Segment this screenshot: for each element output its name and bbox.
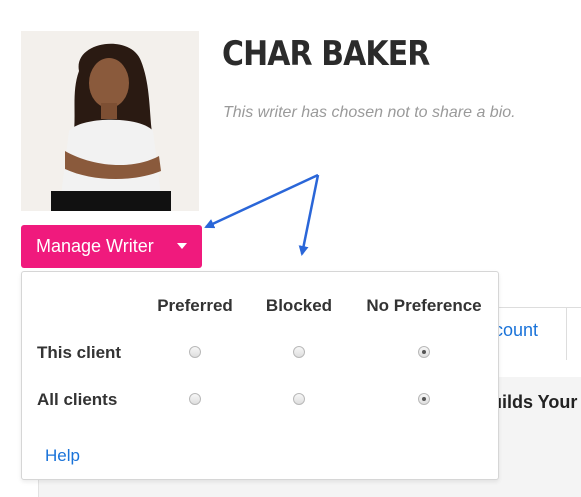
writer-photo (21, 31, 199, 211)
manage-writer-label: Manage Writer (36, 236, 154, 256)
next-tab[interactable] (566, 307, 581, 360)
section-heading: uilds Your (491, 392, 578, 412)
arrow-to-manage-button (204, 173, 319, 229)
arrow-to-preference-menu (298, 174, 320, 256)
column-blocked: Blocked (265, 296, 333, 315)
caret-down-icon (177, 243, 187, 249)
row-label-all-clients: All clients (37, 390, 118, 409)
all-clients-blocked-radio[interactable] (293, 393, 305, 405)
row-label-this-client: This client (37, 343, 122, 362)
column-no-preference: No Preference (366, 296, 482, 315)
all-clients-no-preference-radio[interactable] (418, 393, 430, 405)
all-clients-preferred-radio[interactable] (189, 393, 201, 405)
manage-writer-button[interactable]: Manage Writer (21, 225, 202, 268)
account-tab-label: count (494, 320, 539, 340)
this-client-no-preference-radio[interactable] (418, 346, 430, 358)
writer-bio: This writer has chosen not to share a bi… (223, 104, 516, 121)
column-preferred: Preferred (157, 296, 233, 315)
this-client-blocked-radio[interactable] (293, 346, 305, 358)
this-client-preferred-radio[interactable] (189, 346, 201, 358)
writer-portrait-image (21, 31, 199, 211)
writer-preference-menu: Preferred Blocked No Preference This cli… (21, 271, 499, 480)
writer-name: CHAR BAKER (222, 34, 430, 74)
help-link[interactable]: Help (45, 446, 80, 466)
